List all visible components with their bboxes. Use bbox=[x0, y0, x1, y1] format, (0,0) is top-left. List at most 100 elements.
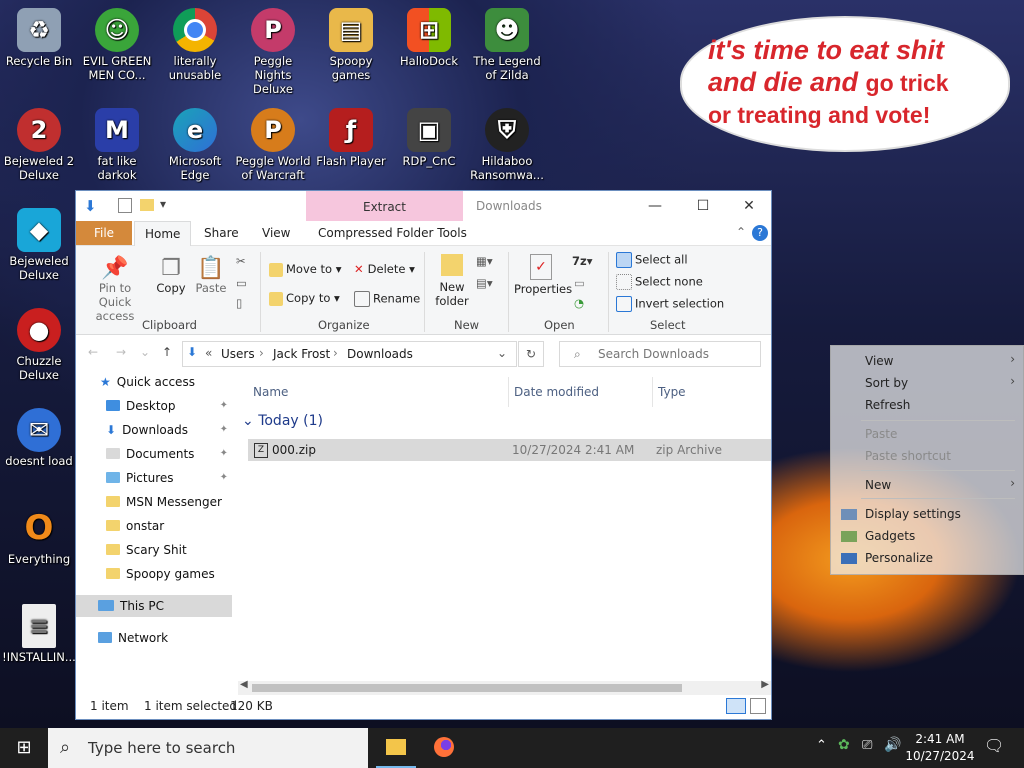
customize-toolbar-chevron-icon[interactable]: ▾ bbox=[160, 197, 166, 211]
network-icon[interactable]: ⎚ bbox=[862, 738, 872, 753]
breadcrumb-jack-frost[interactable]: Jack Frost bbox=[273, 347, 330, 361]
new-folder-button[interactable]: New folder bbox=[432, 254, 472, 308]
copy-path-icon[interactable]: ▭ bbox=[236, 276, 247, 290]
menu-item-gadgets[interactable]: Gadgets bbox=[865, 529, 915, 543]
title-bar[interactable]: ⬇ ▾ Extract Downloads — ☐ ✕ bbox=[76, 191, 771, 221]
desktop-icon-thunderbird[interactable]: ✉ doesnt load bbox=[0, 402, 78, 468]
desktop-icon-edge[interactable]: e Microsoft Edge bbox=[156, 102, 234, 182]
rename-button[interactable]: Rename bbox=[354, 291, 420, 307]
menu-item-paste[interactable]: Paste bbox=[865, 427, 897, 441]
new-folder-quick-icon[interactable] bbox=[140, 199, 154, 211]
help-icon[interactable]: ? bbox=[752, 225, 768, 241]
taskbar-firefox[interactable] bbox=[424, 728, 464, 768]
desktop-icon-hallodock[interactable]: ⊞ HalloDock bbox=[390, 2, 468, 68]
nav-this-pc[interactable]: This PC bbox=[76, 595, 232, 617]
desktop-icon-spoopy-games[interactable]: ▤ Spoopy games bbox=[312, 2, 390, 82]
select-all-button[interactable]: Select all bbox=[616, 252, 688, 268]
recent-chevron-icon[interactable]: ⌄ bbox=[140, 345, 150, 359]
edit-icon[interactable]: ▭ bbox=[574, 276, 585, 290]
delete-button[interactable]: ✕ Delete ▾ bbox=[354, 262, 415, 276]
menu-item-new[interactable]: New bbox=[865, 478, 891, 492]
move-to-button[interactable]: Move to ▾ bbox=[269, 262, 341, 277]
tab-view[interactable]: View bbox=[252, 221, 300, 245]
column-header-type[interactable]: Type bbox=[658, 385, 686, 399]
collapse-ribbon-chevron-icon[interactable]: ⌃ bbox=[736, 225, 746, 239]
tab-home[interactable]: Home bbox=[134, 221, 192, 246]
tab-compressed-folder-tools[interactable]: Compressed Folder Tools bbox=[308, 221, 477, 245]
address-history-chevron-icon[interactable]: ⌄ bbox=[497, 346, 507, 360]
extract-context-tab[interactable]: Extract bbox=[306, 191, 463, 221]
paste-button[interactable]: 📋 Paste bbox=[194, 256, 228, 295]
desktop-icon-chuzzle[interactable]: ● Chuzzle Deluxe bbox=[0, 302, 78, 382]
desktop-icon-peggle-wow[interactable]: P Peggle World of Warcraft bbox=[234, 102, 312, 182]
maximize-button[interactable]: ☐ bbox=[680, 191, 726, 221]
paste-shortcut-icon[interactable]: ▯ bbox=[236, 296, 242, 310]
easy-access-icon[interactable]: ▤▾ bbox=[476, 276, 493, 290]
desktop-icon-peggle-nights[interactable]: P Peggle Nights Deluxe bbox=[234, 2, 312, 96]
menu-item-paste-shortcut[interactable]: Paste shortcut bbox=[865, 449, 951, 463]
desktop-icon-recycle-bin[interactable]: ♻ Recycle Bin bbox=[0, 2, 78, 68]
address-bar[interactable]: ⬇ « Users › Jack Frost › Downloads ⌄ bbox=[182, 341, 517, 367]
menu-item-sort-by[interactable]: Sort by bbox=[865, 376, 908, 390]
desktop-icon-installing[interactable]: ≡ !INSTALLIN... bbox=[0, 598, 78, 664]
large-icons-view-icon[interactable] bbox=[750, 698, 766, 714]
column-header-name[interactable]: Name bbox=[253, 385, 288, 399]
cut-icon[interactable]: ✂ bbox=[236, 254, 246, 268]
scrollbar-thumb[interactable] bbox=[252, 684, 682, 692]
new-item-icon[interactable]: ▦▾ bbox=[476, 254, 493, 268]
desktop-icon-rdp-cnc[interactable]: ▣ RDP_CnC bbox=[390, 102, 468, 168]
quick-access-down-arrow-icon[interactable]: ⬇ bbox=[84, 197, 97, 215]
nav-item-msn-messenger[interactable]: MSN Messenger bbox=[106, 491, 222, 513]
nav-item-spoopy-games[interactable]: Spoopy games bbox=[106, 563, 215, 585]
refresh-button[interactable]: ↻ bbox=[518, 341, 544, 367]
details-view-icon[interactable] bbox=[726, 698, 746, 714]
nav-item-onstar[interactable]: onstar bbox=[106, 515, 164, 537]
scroll-right-icon[interactable]: ▶ bbox=[761, 679, 769, 690]
7zip-icon[interactable]: 7z▾ bbox=[572, 254, 592, 268]
pin-to-quick-access-button[interactable]: 📌 Pin to Quick access bbox=[82, 256, 148, 323]
nav-item-downloads[interactable]: ⬇ Downloads ✦ bbox=[106, 419, 232, 441]
column-header-date-modified[interactable]: Date modified bbox=[514, 385, 599, 399]
menu-item-view[interactable]: View bbox=[865, 354, 893, 368]
file-explorer-window[interactable]: ⬇ ▾ Extract Downloads — ☐ ✕ File Home Sh… bbox=[75, 190, 772, 720]
copy-button[interactable]: ❐ Copy bbox=[154, 256, 188, 295]
desktop-icon-bejeweled[interactable]: ◆ Bejeweled Deluxe bbox=[0, 202, 78, 282]
history-icon[interactable]: ◔ bbox=[574, 296, 584, 310]
table-row[interactable]: Z 000.zip 10/27/2024 2:41 AM zip Archive bbox=[248, 439, 771, 461]
nav-item-pictures[interactable]: Pictures ✦ bbox=[106, 467, 232, 489]
desktop-icon-mpl[interactable]: M fat like darkok bbox=[78, 102, 156, 182]
copy-to-button[interactable]: Copy to ▾ bbox=[269, 291, 340, 306]
tab-file[interactable]: File bbox=[76, 221, 132, 245]
desktop-icon-chrome[interactable]: literally unusable bbox=[156, 2, 234, 82]
invert-selection-button[interactable]: Invert selection bbox=[616, 296, 724, 312]
desktop-icon-everything[interactable]: O Everything bbox=[0, 500, 78, 566]
up-arrow-icon[interactable]: ↑ bbox=[162, 345, 172, 359]
minimize-button[interactable]: — bbox=[632, 191, 678, 221]
back-arrow-icon[interactable]: ← bbox=[88, 345, 98, 359]
search-input[interactable]: ⌕ Search Downloads bbox=[559, 341, 761, 367]
breadcrumb-overflow-icon[interactable]: « bbox=[205, 346, 212, 360]
start-button[interactable]: ⊞ bbox=[0, 728, 48, 768]
breadcrumb-downloads[interactable]: Downloads bbox=[347, 347, 413, 361]
show-hidden-icons-chevron-icon[interactable]: ⌃ bbox=[816, 738, 827, 753]
tab-share[interactable]: Share bbox=[194, 221, 249, 245]
scroll-left-icon[interactable]: ◀ bbox=[240, 679, 248, 690]
menu-item-refresh[interactable]: Refresh bbox=[865, 398, 910, 412]
taskbar-search-input[interactable]: ⌕ Type here to search bbox=[48, 728, 368, 768]
clock[interactable]: 2:41 AM 10/27/2024 bbox=[902, 731, 978, 765]
properties-check-icon[interactable] bbox=[118, 198, 132, 213]
nav-quick-access[interactable]: ★ Quick access bbox=[100, 371, 195, 393]
menu-item-personalize[interactable]: Personalize bbox=[865, 551, 933, 565]
nav-item-desktop[interactable]: Desktop ✦ bbox=[106, 395, 232, 417]
breadcrumb-users[interactable]: Users bbox=[221, 347, 255, 361]
nav-network[interactable]: Network bbox=[98, 627, 168, 649]
desktop-icon-bejeweled-2[interactable]: 2 Bejeweled 2 Deluxe bbox=[0, 102, 78, 182]
desktop-icon-hildaboo[interactable]: ⛨ Hildaboo Ransomwa... bbox=[468, 102, 546, 182]
forward-arrow-icon[interactable]: → bbox=[116, 345, 126, 359]
volume-icon[interactable]: 🔊 bbox=[884, 737, 901, 753]
tray-app-icon[interactable]: ✿ bbox=[838, 737, 850, 753]
nav-item-scary-shit[interactable]: Scary Shit bbox=[106, 539, 187, 561]
desktop-icon-flash[interactable]: ƒ Flash Player bbox=[312, 102, 390, 168]
menu-item-display-settings[interactable]: Display settings bbox=[865, 507, 961, 521]
notifications-icon[interactable]: 🗨 bbox=[984, 736, 1004, 755]
